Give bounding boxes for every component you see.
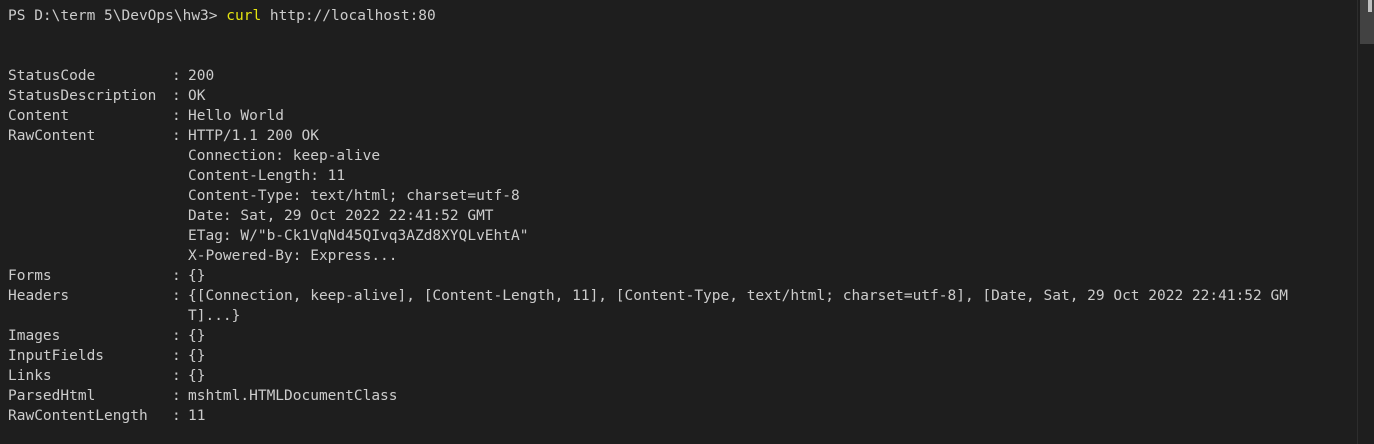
field-key: StatusCode: [8, 68, 96, 84]
output-row: StatusDescription: OK: [8, 86, 1328, 106]
field-key: Images: [8, 328, 61, 344]
field-separator: :: [172, 268, 190, 284]
raw-content-line: ETag: W/"b-Ck1VqNd45QIvq3AZd8XYQLvEhtA": [188, 228, 529, 244]
field-separator: :: [172, 408, 190, 424]
output-row: Headers: {[Connection, keep-alive], [Con…: [8, 286, 1328, 306]
output-row: Forms: {}: [8, 266, 1328, 286]
raw-content-line: Connection: keep-alive: [188, 148, 381, 164]
output-row: StatusCode: 200: [8, 66, 1328, 86]
field-separator: :: [172, 128, 190, 144]
terminal-panel[interactable]: PS D:\term 5\DevOps\hw3> curl http://loc…: [0, 0, 1358, 444]
output-row: InputFields: {}: [8, 346, 1328, 366]
field-value: {[Connection, keep-alive], [Content-Leng…: [188, 288, 1288, 304]
field-separator: :: [172, 88, 190, 104]
field-key: Headers: [8, 288, 70, 304]
field-value: {}: [188, 368, 206, 384]
field-separator: :: [172, 388, 190, 404]
output-row: RawContent: HTTP/1.1 200 OK: [8, 126, 1328, 146]
field-key: InputFields: [8, 348, 105, 364]
field-key: RawContentLength: [8, 408, 148, 424]
vertical-scrollbar[interactable]: [1357, 0, 1374, 444]
command-name: curl: [226, 8, 262, 24]
command-argument: http://localhost:80: [261, 8, 436, 24]
field-value: {}: [188, 348, 206, 364]
field-value: {}: [188, 328, 206, 344]
headers-continuation: T]...}: [188, 308, 241, 324]
field-separator: :: [172, 328, 190, 344]
output-row: Images: {}: [8, 326, 1328, 346]
scroll-position-marker: [1368, 0, 1372, 12]
field-key: Links: [8, 368, 52, 384]
field-key: RawContent: [8, 128, 96, 144]
field-value: {}: [188, 268, 206, 284]
raw-content-line: Date: Sat, 29 Oct 2022 22:41:52 GMT: [188, 208, 494, 224]
raw-content-line: Content-Length: 11: [188, 168, 346, 184]
field-value: 200: [188, 68, 215, 84]
field-value: Hello World: [188, 108, 285, 124]
field-separator: :: [172, 368, 190, 384]
field-value: OK: [188, 88, 206, 104]
field-separator: :: [172, 68, 190, 84]
field-separator: :: [172, 108, 190, 124]
field-value: mshtml.HTMLDocumentClass: [188, 388, 398, 404]
prompt-line: PS D:\term 5\DevOps\hw3> curl http://loc…: [8, 6, 436, 26]
field-separator: :: [172, 288, 190, 304]
field-value: HTTP/1.1 200 OK: [188, 128, 319, 144]
field-key: ParsedHtml: [8, 388, 96, 404]
output-row: ParsedHtml: mshtml.HTMLDocumentClass: [8, 386, 1328, 406]
field-key: Content: [8, 108, 70, 124]
field-key: StatusDescription: [8, 88, 157, 104]
field-separator: :: [172, 348, 190, 364]
command-output: StatusCode: 200 StatusDescription: OK Co…: [8, 66, 1328, 426]
raw-content-line: Content-Type: text/html; charset=utf-8: [188, 188, 520, 204]
output-row: Content: Hello World: [8, 106, 1328, 126]
output-row: RawContentLength: 11: [8, 406, 1328, 426]
output-row: Links: {}: [8, 366, 1328, 386]
field-key: Forms: [8, 268, 52, 284]
prompt-text: PS D:\term 5\DevOps\hw3>: [8, 8, 227, 24]
field-value: 11: [188, 408, 206, 424]
raw-content-line: X-Powered-By: Express...: [188, 248, 398, 264]
